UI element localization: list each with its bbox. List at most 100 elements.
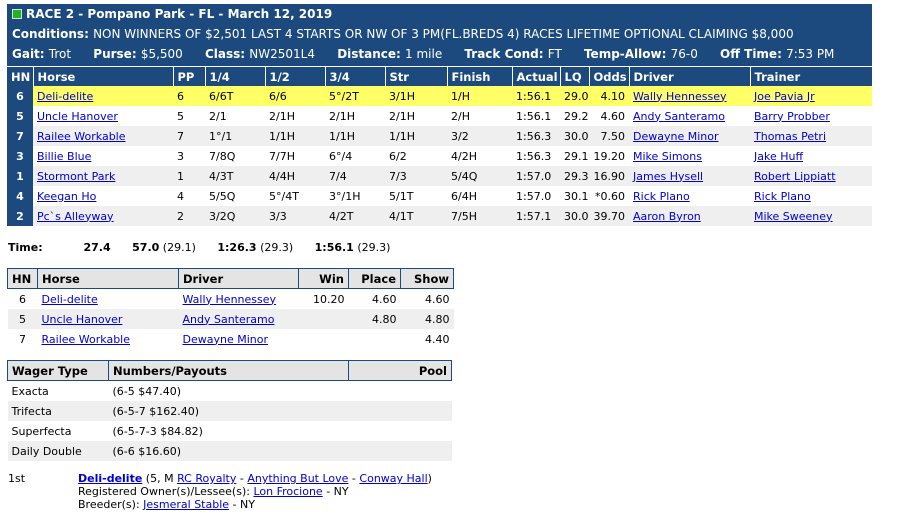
three-quarter-call: 4/2T [325,206,385,226]
off-time-label: Off Time: [720,47,782,61]
results-row: 7 Railee Workable 7 1°/1 1/1H 1/1H 1/1H … [7,126,872,146]
driver-link[interactable]: James Hysell [629,166,750,186]
driver-link[interactable]: Rick Plano [629,186,750,206]
half-call: 4/4H [265,166,325,186]
horse-name-link[interactable]: Billie Blue [33,146,173,166]
payout-win [299,329,349,349]
wager-payout: (6-6 $16.60) [108,441,349,461]
payout-horse-link[interactable]: Deli-delite [38,289,179,310]
payout-col-driver: Driver [178,268,299,289]
driver-link[interactable]: Dewayne Minor [629,126,750,146]
payout-horse-link[interactable]: Railee Workable [38,329,179,349]
post-position: 4 [177,189,184,203]
pedigree-close: ) [427,472,432,485]
wagers-header-row: Wager Type Numbers/Payouts Pool [7,360,452,381]
payout-driver-link[interactable]: Andy Santeramo [178,309,299,329]
driver-link[interactable]: Aaron Byron [629,206,750,226]
odds: 19.20 [593,149,626,163]
wager-payout: (6-5-7-3 $84.82) [112,424,203,438]
last-quarter: 30.1 [564,189,589,203]
class-value: NW2501L4 [249,47,315,61]
quarter-call: 4/3T [205,166,265,186]
driver-link[interactable]: Andy Santeramo [629,106,750,126]
breeder-link[interactable]: Jesmeral Stable [143,498,229,511]
owner-link[interactable]: Lon Frocione [253,485,322,498]
horse-name-link[interactable]: Stormont Park [33,166,173,186]
trainer-link[interactable]: Rick Plano [750,186,872,206]
trainer-link[interactable]: Jake Huff [750,146,872,166]
breeder-line: Breeder(s): Jesmeral Stable - NY [78,498,432,511]
actual-time: 1:57.1 [512,206,560,226]
horse-name-link[interactable]: Railee Workable [33,126,173,146]
wager-type: Trifecta [7,401,109,421]
time-label: Time: [8,241,43,254]
breeder-label: Breeder(s): [78,498,140,511]
damsire-link[interactable]: Conway Hall [359,472,427,485]
col-header-trainer: Trainer [750,67,873,86]
last-quarter: 29.0 [560,86,589,106]
finish-call: 6/4H [451,189,477,203]
results-table: HN Horse PP 1/4 1/2 3/4 Str Finish Actua… [7,67,873,226]
trainer-link[interactable]: Joe Pavia Jr [750,86,872,106]
actual-time: 1:57.0 [516,189,552,203]
horse-number: 7 [7,126,33,146]
payout-hn: 6 [19,292,26,306]
post-position: 2 [173,206,205,226]
wager-row: Daily Double (6-6 $16.60) [7,441,452,461]
post-position: 1 [173,166,205,186]
payout-hn: 7 [19,332,26,346]
stretch-call: 7/3 [385,166,447,186]
payout-row: 7 Railee Workable Dewayne Minor 4.40 [8,329,454,349]
post-position: 5 [177,109,184,123]
horse-number: 6 [7,86,33,106]
col-header-half: 1/2 [265,67,326,86]
actual-time: 1:56.1 [516,109,552,123]
post-position: 3 [177,149,184,163]
sire-link[interactable]: RC Royalty [177,472,236,485]
stretch-call: 2/1H [389,109,415,123]
pedigree-separator: - [239,472,244,485]
wagers-table: Wager Type Numbers/Payouts Pool Exacta (… [7,360,452,461]
fractional-times: Time: 27.4 57.0 (29.1) 1:26.3 (29.3) 1:5… [8,241,408,254]
half-call: 5°/4T [269,189,299,203]
trainer-link[interactable]: Thomas Petri [750,126,872,146]
horse-name-link[interactable]: Pc`s Alleyway [33,206,173,226]
trainer-link[interactable]: Barry Probber [750,106,872,126]
payout-place: 4.60 [372,292,397,306]
dam-link[interactable]: Anything But Love [247,472,348,485]
wager-pool [348,441,452,461]
odds: *0.60 [595,189,625,203]
winner-horse-link[interactable]: Deli-delite [78,472,142,485]
purse-value: $5,500 [140,47,183,61]
wager-pool [349,421,452,441]
conditions-text: NON WINNERS OF $2,501 LAST 4 STARTS OR N… [93,27,794,41]
odds: 7.50 [589,126,629,146]
driver-link[interactable]: Wally Hennessey [629,86,750,106]
trainer-link[interactable]: Robert Lippiatt [750,166,872,186]
payout-horse-link[interactable]: Uncle Hanover [37,309,179,329]
wager-pool [349,381,452,402]
horse-name-link[interactable]: Deli-delite [33,86,173,106]
pedigree-separator: - [351,472,356,485]
quarter-call: 7/8Q [209,149,236,163]
horse-name-link[interactable]: Keegan Ho [33,186,173,206]
owner-label: Registered Owner(s)/Lessee(s): [78,485,250,498]
horse-name-link[interactable]: Uncle Hanover [33,106,173,126]
driver-link[interactable]: Mike Simons [629,146,750,166]
actual-time: 1:57.0 [512,166,560,186]
owner-line: Registered Owner(s)/Lessee(s): Lon Froci… [78,485,432,498]
payouts-header-row: HN Horse Driver Win Place Show [7,268,454,289]
payout-driver-link[interactable]: Wally Hennessey [179,289,299,310]
horse-number: 1 [7,166,33,186]
three-quarter-call: 2/1H [329,109,355,123]
results-row: 3 Billie Blue 3 7/8Q 7/7H 6°/4 6/2 4/2H … [7,146,872,166]
payout-driver-link[interactable]: Dewayne Minor [179,329,299,349]
track-cond-label: Track Cond: [464,47,544,61]
gait-label: Gait: [12,47,45,61]
half-call: 7/7H [269,149,295,163]
finish-call: 5/4Q [447,166,512,186]
quarter-call: 6/6T [205,86,265,106]
trainer-link[interactable]: Mike Sweeney [750,206,872,226]
final-split: (29.3) [357,241,391,254]
actual-time: 1:56.3 [516,149,552,163]
